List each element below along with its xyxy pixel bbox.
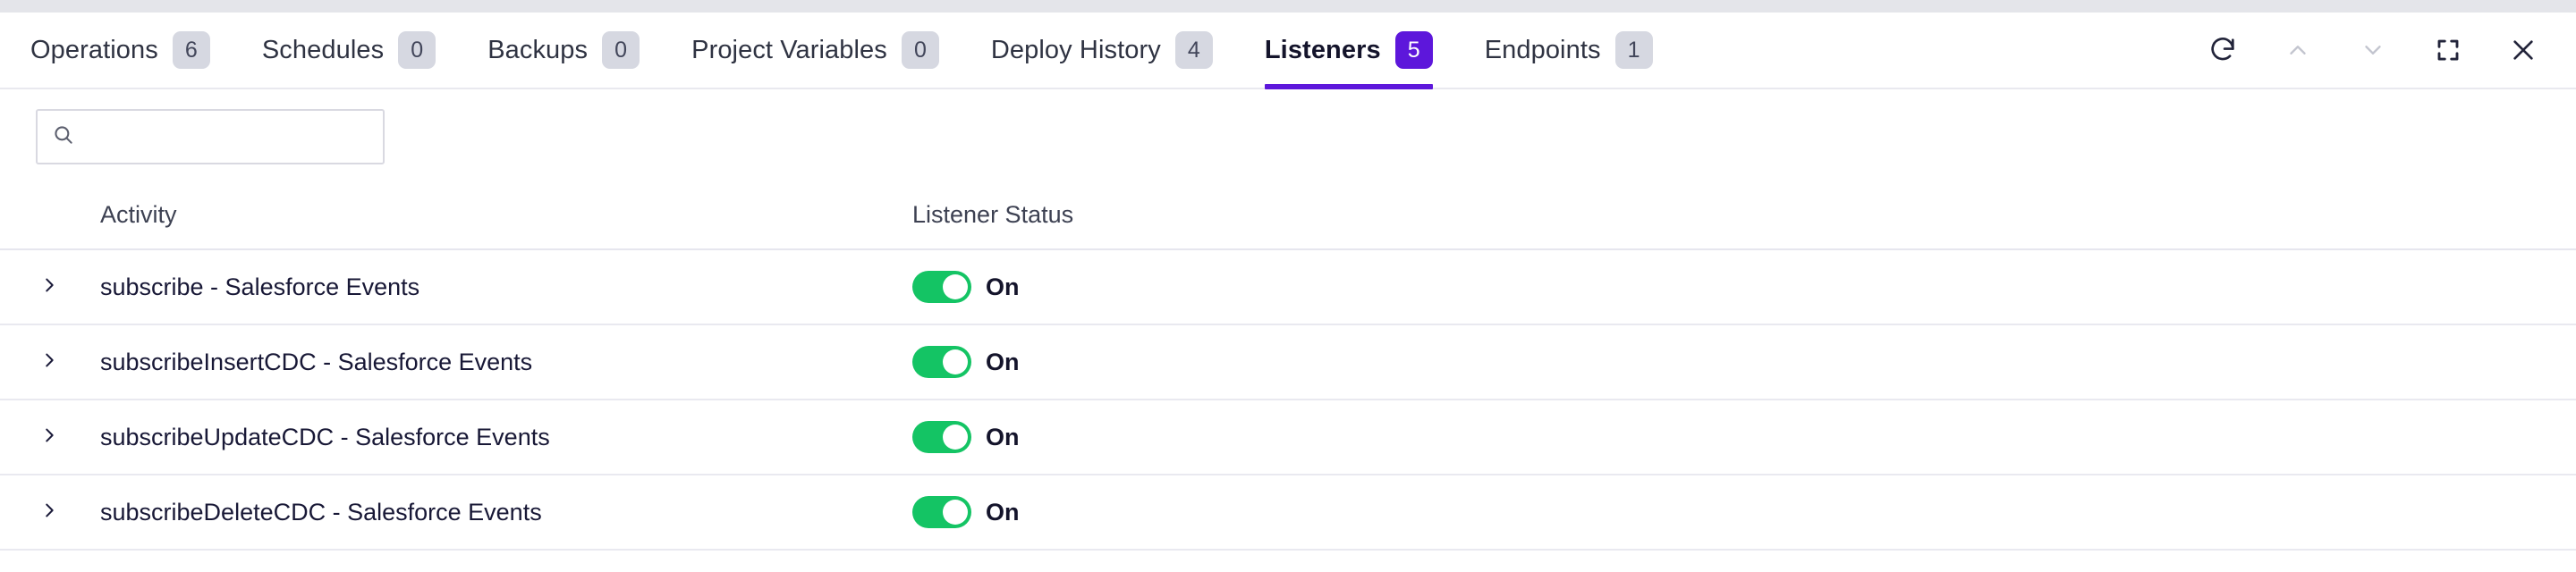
tab-backups[interactable]: Backups 0 xyxy=(487,13,640,88)
toggle-knob xyxy=(943,425,968,450)
listener-status-toggle[interactable] xyxy=(912,346,971,378)
row-expand-toggle[interactable] xyxy=(0,425,100,450)
row-activity-name: subscribe - Salesforce Events xyxy=(100,273,420,300)
tab-project-variables[interactable]: Project Variables 0 xyxy=(691,13,939,88)
collapse-up-button[interactable] xyxy=(2281,33,2315,67)
tab-schedules[interactable]: Schedules 0 xyxy=(262,13,436,88)
row-activity-name: subscribeUpdateCDC - Salesforce Events xyxy=(100,423,550,450)
tab-badge-count: 0 xyxy=(602,31,640,69)
tab-label: Listeners xyxy=(1264,35,1381,64)
table-body: subscribe - Salesforce Events On subscribe… xyxy=(0,250,2576,551)
tab-operations[interactable]: Operations 6 xyxy=(30,13,210,88)
listener-status-label: On xyxy=(986,348,1020,375)
search-box[interactable] xyxy=(36,109,386,164)
table-row[interactable]: subscribe - Salesforce Events On xyxy=(0,250,2576,325)
close-button[interactable] xyxy=(2506,33,2540,67)
chevron-right-icon xyxy=(39,425,59,450)
refresh-icon xyxy=(2207,35,2238,65)
table-header-row: Activity Listener Status xyxy=(0,181,2576,250)
tab-bar: Operations 6 Schedules 0 Backups 0 Project Var… xyxy=(0,13,2576,89)
listener-status-toggle[interactable] xyxy=(912,271,971,303)
tab-listeners[interactable]: Listeners 5 xyxy=(1264,13,1433,89)
column-header-listener-status: Listener Status xyxy=(912,200,1074,228)
listener-status-label: On xyxy=(986,423,1020,450)
expand-down-button[interactable] xyxy=(2356,33,2390,67)
toggle-knob xyxy=(943,500,968,525)
listener-status-toggle[interactable] xyxy=(912,496,971,528)
tab-badge-count: 0 xyxy=(901,31,939,69)
tab-badge-count: 6 xyxy=(172,31,210,69)
row-activity-name: subscribeDeleteCDC - Salesforce Events xyxy=(100,498,542,526)
listener-status-label: On xyxy=(986,273,1020,300)
window-top-strip xyxy=(0,0,2576,13)
row-status-cell: On xyxy=(912,496,2576,528)
tab-badge-count: 4 xyxy=(1174,31,1213,69)
search-input[interactable] xyxy=(86,122,386,151)
fullscreen-button[interactable] xyxy=(2431,33,2465,67)
row-status-cell: On xyxy=(912,271,2576,303)
search-icon xyxy=(52,123,75,151)
tab-endpoints[interactable]: Endpoints 1 xyxy=(1485,13,1653,88)
table-row[interactable]: subscribeUpdateCDC - Salesforce Events On xyxy=(0,400,2576,475)
column-header-activity: Activity xyxy=(100,200,177,228)
listeners-table: Activity Listener Status subscribe - Sal… xyxy=(0,181,2576,551)
search-row xyxy=(0,89,2576,181)
row-activity-name: subscribeInsertCDC - Salesforce Events xyxy=(100,348,533,375)
table-row[interactable]: subscribeInsertCDC - Salesforce Events On xyxy=(0,325,2576,400)
row-status-cell: On xyxy=(912,421,2576,453)
row-expand-toggle[interactable] xyxy=(0,500,100,525)
tab-label: Endpoints xyxy=(1484,35,1601,64)
tab-label: Deploy History xyxy=(990,35,1161,64)
row-status-cell: On xyxy=(912,346,2576,378)
chevron-right-icon xyxy=(39,275,59,299)
tab-badge-count: 1 xyxy=(1614,31,1653,69)
tab-label: Operations xyxy=(30,35,158,64)
tab-badge-count: 5 xyxy=(1394,31,1433,69)
listener-status-label: On xyxy=(986,498,1020,526)
fullscreen-icon xyxy=(2435,37,2462,63)
tab-label: Backups xyxy=(487,35,589,64)
row-expand-toggle[interactable] xyxy=(0,275,100,299)
chevron-down-icon xyxy=(2360,37,2386,63)
chevron-right-icon xyxy=(39,350,59,374)
tab-list: Operations 6 Schedules 0 Backups 0 Project Var… xyxy=(0,13,1705,89)
toggle-knob xyxy=(943,274,968,299)
chevron-up-icon xyxy=(2284,37,2311,63)
window-controls xyxy=(2206,33,2576,67)
tab-badge-count: 0 xyxy=(398,31,436,69)
listener-status-toggle[interactable] xyxy=(912,421,971,453)
tab-deploy-history[interactable]: Deploy History 4 xyxy=(991,13,1213,88)
tab-label: Project Variables xyxy=(691,35,887,64)
tab-label: Schedules xyxy=(261,35,385,64)
toggle-knob xyxy=(943,349,968,374)
table-row[interactable]: subscribeDeleteCDC - Salesforce Events On xyxy=(0,475,2576,551)
chevron-right-icon xyxy=(39,500,59,525)
close-icon xyxy=(2509,36,2538,64)
refresh-button[interactable] xyxy=(2206,33,2240,67)
row-expand-toggle[interactable] xyxy=(0,350,100,374)
